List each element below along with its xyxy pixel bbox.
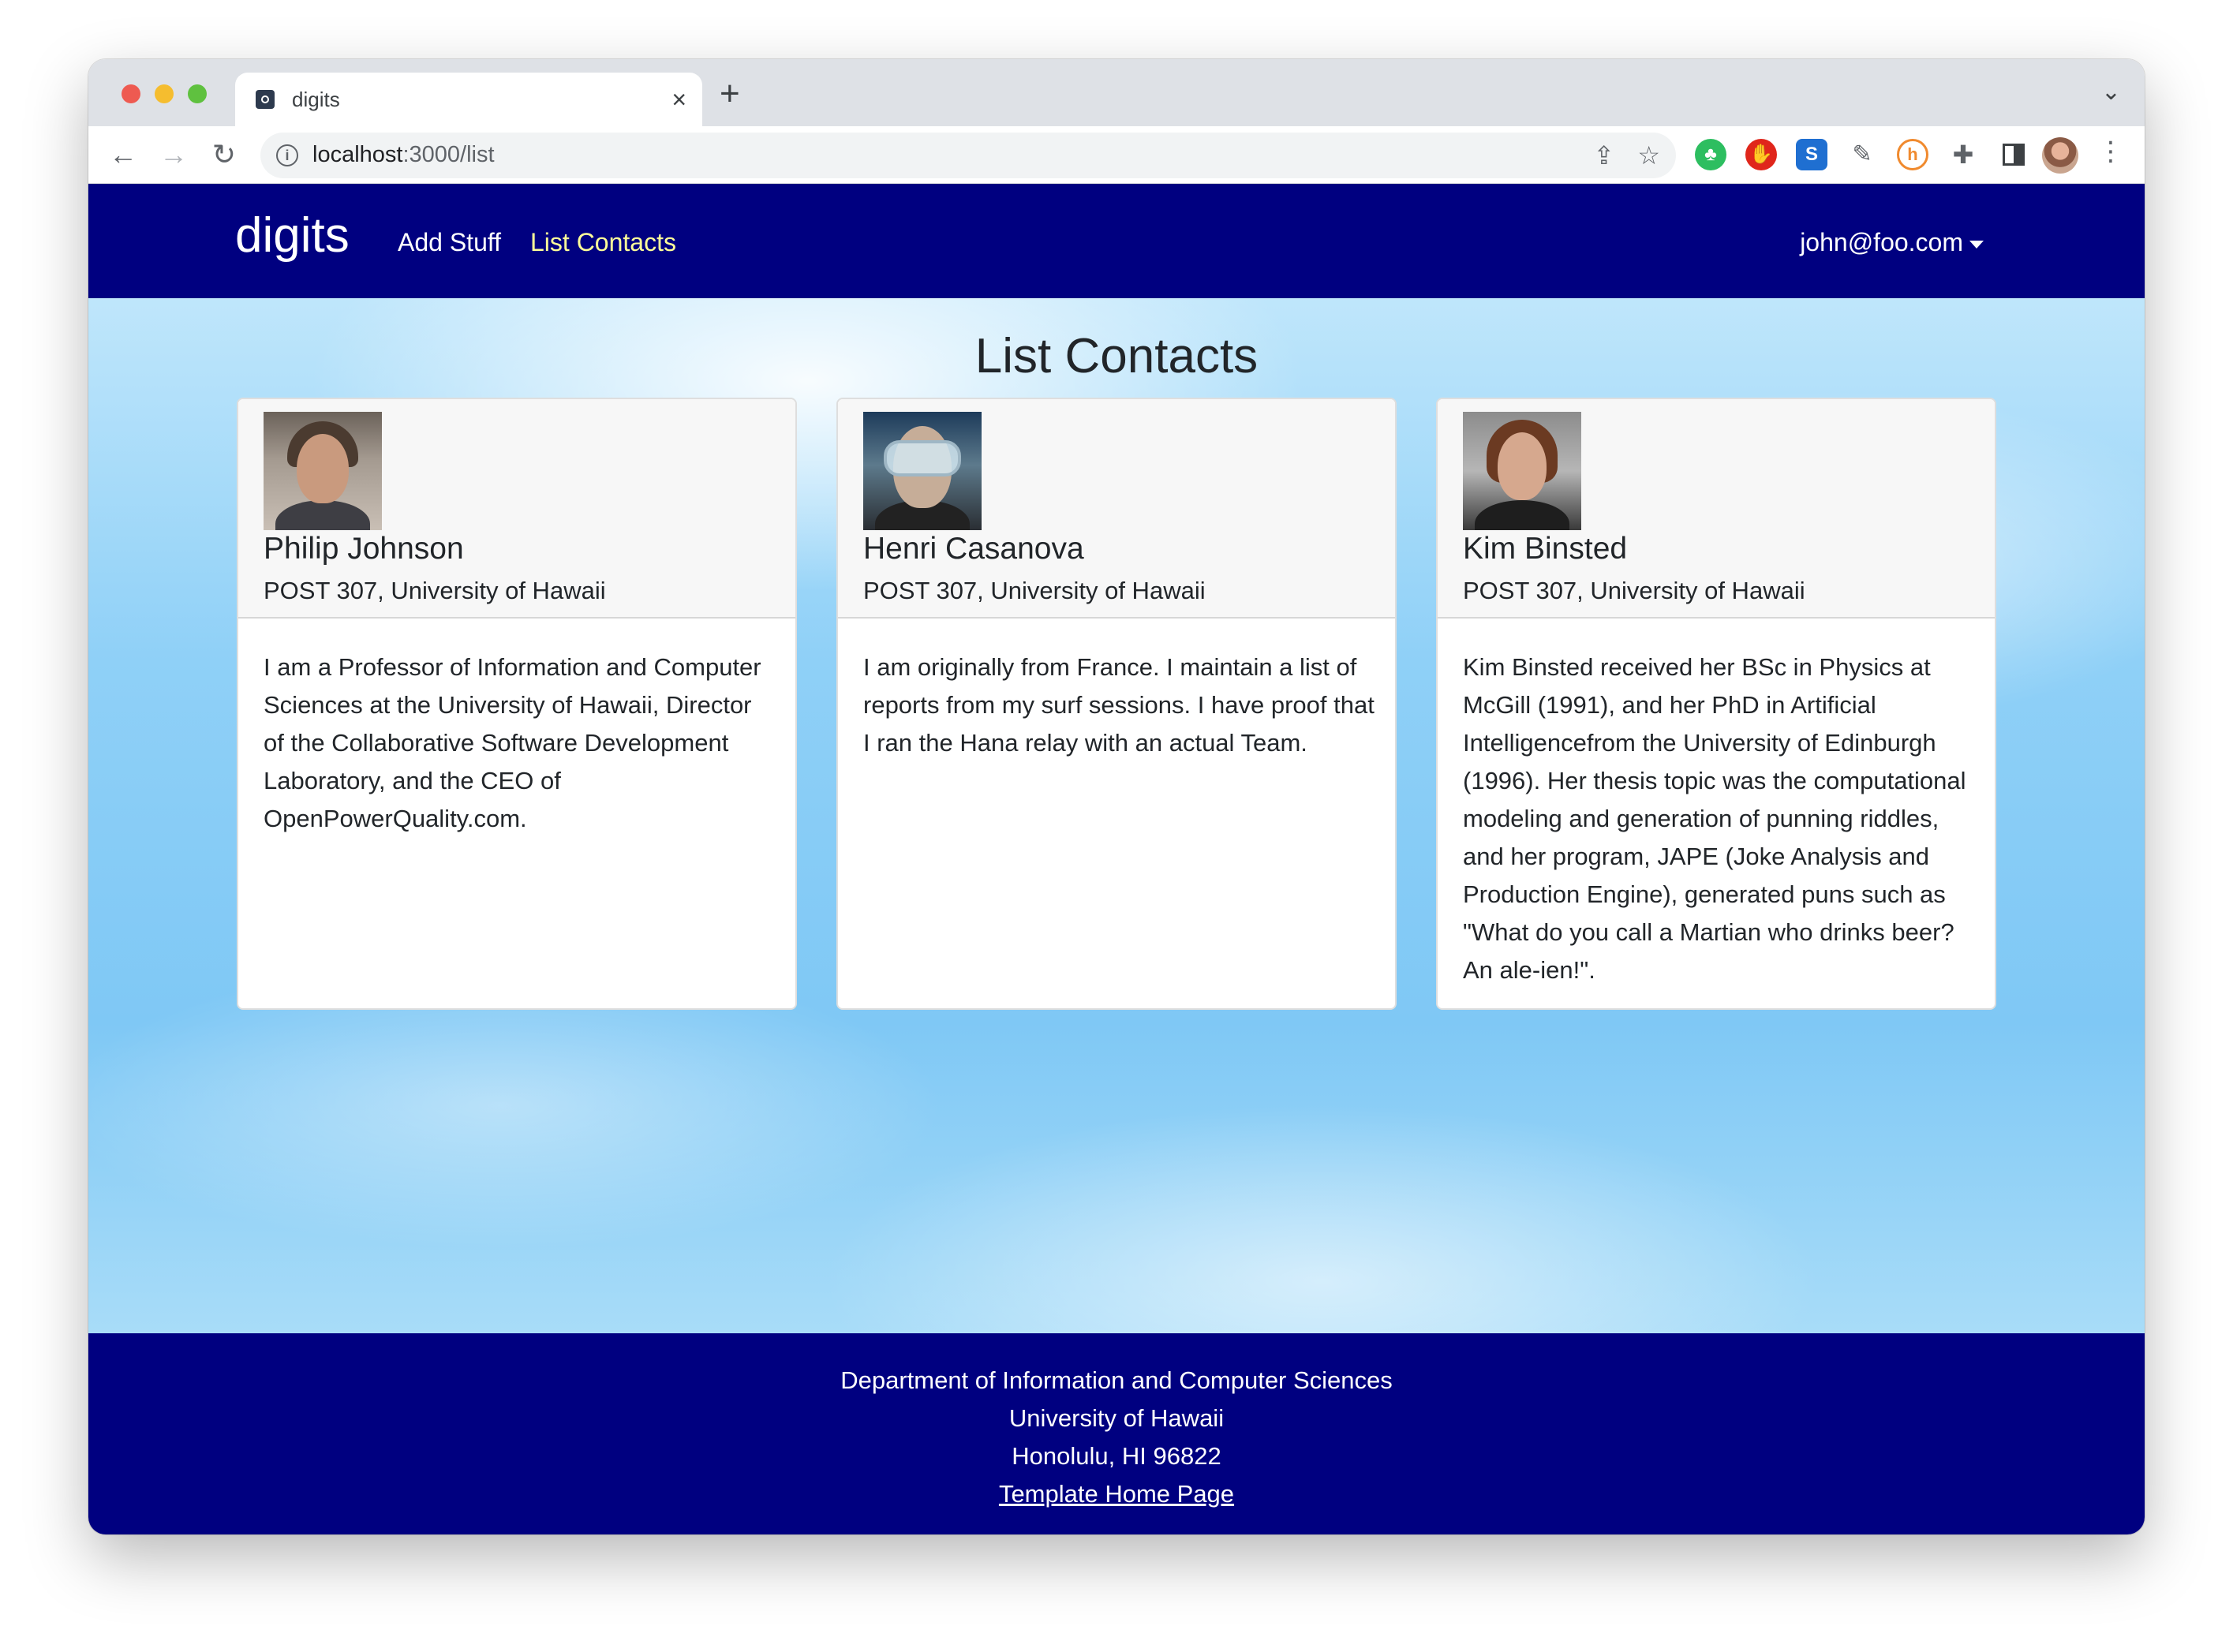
caret-down-icon <box>1969 240 1984 249</box>
url-text[interactable]: localhost:3000/list <box>312 142 495 168</box>
contact-address: POST 307, University of Hawaii <box>1463 577 1805 604</box>
footer-city: Honolulu, HI 96822 <box>1012 1442 1221 1470</box>
s-extension-icon[interactable]: S <box>1796 139 1827 170</box>
contact-card: Philip Johnson POST 307, University of H… <box>237 398 797 1010</box>
contact-description: Kim Binsted received her BSc in Physics … <box>1463 653 1966 984</box>
footer-university: University of Hawaii <box>1008 1404 1225 1432</box>
reload-icon[interactable]: ↻ <box>205 136 243 174</box>
site-navbar: digits Add Stuff List Contacts john@foo.… <box>88 184 2145 298</box>
main-content: List Contacts Philip Johnson POST 307, U… <box>88 298 2145 1333</box>
favicon-icon <box>256 90 275 109</box>
tab-title: digits <box>292 88 340 111</box>
browser-toolbar: ← → ↻ i localhost:3000/list ⇪ ☆ ♣ ✋ S ✎ … <box>88 126 2145 184</box>
side-panel-icon[interactable] <box>1998 139 2029 170</box>
close-window-button[interactable] <box>122 84 140 103</box>
contact-cards: Philip Johnson POST 307, University of H… <box>237 398 1998 1013</box>
bookmark-star-icon[interactable]: ☆ <box>1637 140 1660 170</box>
color-picker-extension-icon[interactable]: ✎ <box>1846 139 1878 170</box>
brand-logo[interactable]: digits <box>235 207 350 263</box>
contact-description: I am a Professor of Information and Comp… <box>264 653 761 832</box>
more-menu-icon[interactable]: ⋮ <box>2097 136 2124 167</box>
back-arrow-icon[interactable]: ← <box>104 136 142 174</box>
extensions-puzzle-icon[interactable]: ✚ <box>1947 139 1979 170</box>
browser-window: digits × + ⌄ ← → ↻ i localhost:3000/list… <box>88 59 2145 1534</box>
nav-list-contacts[interactable]: List Contacts <box>530 228 676 257</box>
browser-tab[interactable]: digits × <box>235 73 702 126</box>
new-tab-button[interactable]: + <box>720 77 740 111</box>
tab-close-icon[interactable]: × <box>671 84 686 115</box>
minimize-window-button[interactable] <box>155 84 174 103</box>
contact-description: I am originally from France. I maintain … <box>863 653 1375 757</box>
tab-search-chevron-icon[interactable]: ⌄ <box>2101 78 2121 106</box>
contact-card: Kim Binsted POST 307, University of Hawa… <box>1436 398 1996 1010</box>
contact-name: Henri Casanova <box>863 532 1084 566</box>
page-title: List Contacts <box>974 329 1259 383</box>
contact-name: Kim Binsted <box>1463 532 1628 566</box>
site-footer: Department of Information and Computer S… <box>88 1333 2145 1534</box>
card-header: Philip Johnson POST 307, University of H… <box>238 399 795 619</box>
profile-avatar[interactable] <box>2042 137 2078 174</box>
contact-photo <box>1463 412 1581 530</box>
card-header: Henri Casanova POST 307, University of H… <box>838 399 1395 619</box>
contact-name: Philip Johnson <box>264 532 464 566</box>
nav-add-stuff[interactable]: Add Stuff <box>398 228 501 257</box>
user-email: john@foo.com <box>1800 228 1963 256</box>
tab-strip: digits × + ⌄ <box>88 59 2145 126</box>
user-dropdown[interactable]: john@foo.com <box>1800 228 1984 257</box>
share-icon[interactable]: ⇪ <box>1593 140 1614 170</box>
maximize-window-button[interactable] <box>188 84 207 103</box>
contact-photo <box>863 412 982 530</box>
site-info-icon[interactable]: i <box>276 144 298 166</box>
template-home-link[interactable]: Template Home Page <box>999 1480 1234 1508</box>
footer-department: Department of Information and Computer S… <box>840 1366 1393 1394</box>
contact-card: Henri Casanova POST 307, University of H… <box>836 398 1397 1010</box>
web-page: digits Add Stuff List Contacts john@foo.… <box>88 184 2145 1534</box>
evernote-extension-icon[interactable]: ♣ <box>1695 139 1726 170</box>
address-bar[interactable]: i localhost:3000/list ⇪ ☆ <box>260 133 1676 178</box>
contact-address: POST 307, University of Hawaii <box>264 577 606 604</box>
adblock-extension-icon[interactable]: ✋ <box>1745 139 1777 170</box>
h-extension-icon[interactable]: h <box>1897 139 1928 170</box>
forward-arrow-icon[interactable]: → <box>155 136 193 174</box>
card-header: Kim Binsted POST 307, University of Hawa… <box>1438 399 1995 619</box>
contact-address: POST 307, University of Hawaii <box>863 577 1206 604</box>
contact-photo <box>264 412 382 530</box>
